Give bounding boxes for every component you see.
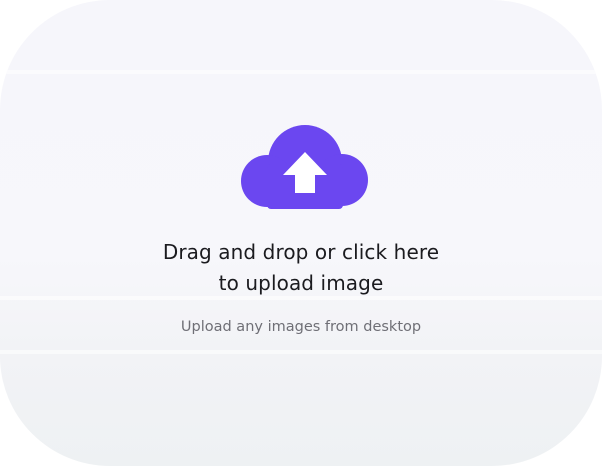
image-upload-dropzone[interactable]: Drag and drop or click here to upload im… xyxy=(0,0,602,466)
cloud-upload-icon xyxy=(241,125,368,209)
upload-subtitle: Upload any images from desktop xyxy=(180,319,422,335)
upload-title-line-2: to upload image xyxy=(218,271,384,295)
decorative-band xyxy=(0,70,602,74)
upload-title-line-1: Drag and drop or click here xyxy=(162,240,440,264)
decorative-band xyxy=(0,296,602,300)
decorative-band xyxy=(0,350,602,354)
